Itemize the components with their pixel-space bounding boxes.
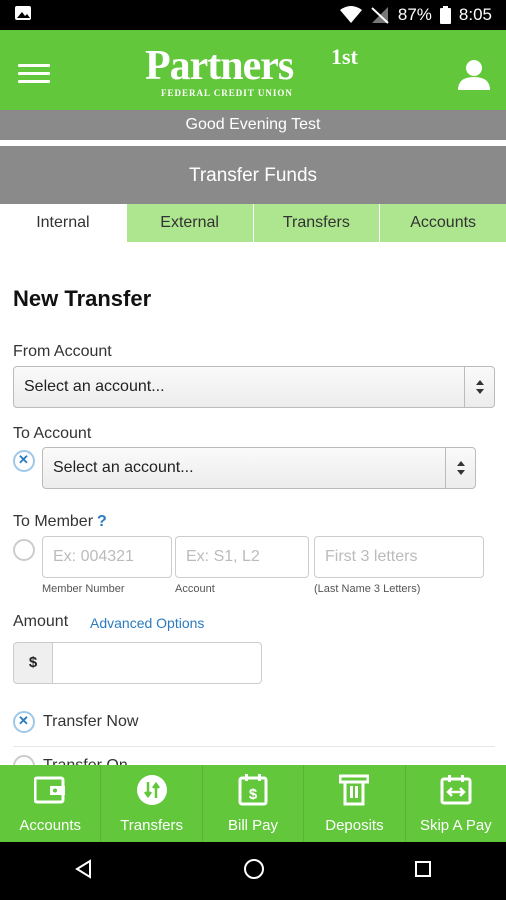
nav-accounts-label: Accounts bbox=[19, 817, 82, 834]
tab-external[interactable]: External bbox=[125, 204, 253, 242]
back-icon[interactable] bbox=[74, 858, 94, 884]
tab-internal[interactable]: Internal bbox=[0, 204, 126, 242]
transfer-arrows-icon bbox=[135, 773, 169, 807]
no-signal-icon bbox=[370, 6, 390, 24]
battery-percent: 87% bbox=[397, 5, 432, 24]
from-account-value: Select an account... bbox=[24, 378, 165, 395]
page-title: Transfer Funds bbox=[0, 144, 506, 204]
transfer-now-label: Transfer Now bbox=[43, 713, 139, 730]
amount-input[interactable] bbox=[52, 642, 262, 684]
greeting-bar: Good Evening Test bbox=[0, 110, 506, 140]
to-member-label: To Member? bbox=[13, 513, 107, 531]
transfer-form: New Transfer From Account Select an acco… bbox=[0, 242, 506, 765]
nav-skip-a-pay[interactable]: Skip A Pay bbox=[406, 765, 506, 842]
skip-pay-icon bbox=[439, 773, 473, 807]
to-member-radio[interactable] bbox=[13, 539, 35, 561]
nav-accounts[interactable]: Accounts bbox=[0, 765, 102, 842]
tab-accounts[interactable]: Accounts bbox=[379, 204, 506, 242]
to-account-select[interactable]: Select an account... bbox=[42, 447, 476, 489]
tab-transfers[interactable]: Transfers bbox=[252, 204, 380, 242]
calendar-dollar-icon: $ bbox=[236, 773, 270, 807]
divider bbox=[13, 746, 495, 747]
svg-text:$: $ bbox=[249, 786, 258, 803]
menu-icon[interactable] bbox=[18, 64, 50, 84]
recents-icon[interactable] bbox=[414, 860, 432, 883]
app-header: Partners 1st FEDERAL CREDIT UNION bbox=[0, 30, 506, 110]
user-profile-icon[interactable] bbox=[458, 58, 490, 90]
help-icon[interactable]: ? bbox=[97, 513, 107, 530]
form-heading: New Transfer bbox=[13, 286, 152, 311]
to-account-label: To Account bbox=[13, 425, 92, 442]
clock: 8:05 bbox=[458, 5, 492, 24]
nav-transfers-label: Transfers bbox=[120, 817, 183, 834]
amount-label: Amount bbox=[13, 613, 69, 630]
select-arrows-icon bbox=[445, 448, 475, 488]
to-account-value: Select an account... bbox=[53, 459, 194, 476]
member-account-input[interactable]: Ex: S1, L2 bbox=[175, 536, 309, 578]
logo-sub: FEDERAL CREDIT UNION bbox=[161, 88, 293, 98]
image-notification-icon bbox=[14, 5, 32, 26]
transfer-later-label: Transfer On... bbox=[43, 757, 141, 765]
last-name-letters-input[interactable]: First 3 letters bbox=[314, 536, 484, 578]
letters-hint: (Last Name 3 Letters) bbox=[314, 583, 421, 595]
status-bar: 87% 8:05 bbox=[0, 0, 506, 30]
wallet-icon bbox=[33, 773, 67, 807]
currency-addon: $ bbox=[13, 642, 53, 684]
nav-bill-pay-label: Bill Pay bbox=[228, 817, 279, 834]
nav-deposits-label: Deposits bbox=[325, 817, 384, 834]
bottom-nav: Accounts Transfers $ Bill Pay Deposits S… bbox=[0, 765, 506, 842]
from-account-select[interactable]: Select an account... bbox=[13, 366, 495, 408]
nav-skip-a-pay-label: Skip A Pay bbox=[419, 817, 492, 834]
battery-icon bbox=[439, 6, 451, 24]
select-arrows-icon bbox=[464, 367, 494, 407]
from-account-label: From Account bbox=[13, 343, 112, 360]
logo-text: Partners bbox=[145, 43, 294, 89]
wifi-icon bbox=[339, 6, 362, 24]
advanced-options-link[interactable]: Advanced Options bbox=[90, 615, 204, 631]
transfer-later-radio[interactable] bbox=[13, 755, 35, 765]
home-icon[interactable] bbox=[243, 858, 265, 885]
member-number-hint: Member Number bbox=[42, 583, 125, 595]
nav-bill-pay[interactable]: $ Bill Pay bbox=[203, 765, 305, 842]
member-number-input[interactable]: Ex: 004321 bbox=[42, 536, 172, 578]
to-member-label-text: To Member bbox=[13, 513, 94, 530]
android-navigation-bar bbox=[0, 842, 506, 900]
to-account-radio[interactable] bbox=[13, 450, 35, 472]
transfer-now-radio[interactable] bbox=[13, 711, 35, 733]
account-hint: Account bbox=[175, 583, 215, 595]
logo-sup: 1st bbox=[331, 44, 358, 69]
partners-logo: Partners 1st FEDERAL CREDIT UNION bbox=[145, 42, 365, 102]
nav-transfers[interactable]: Transfers bbox=[101, 765, 203, 842]
tab-bar: Internal External Transfers Accounts bbox=[0, 204, 506, 242]
deposit-icon bbox=[337, 773, 371, 807]
nav-deposits[interactable]: Deposits bbox=[304, 765, 406, 842]
